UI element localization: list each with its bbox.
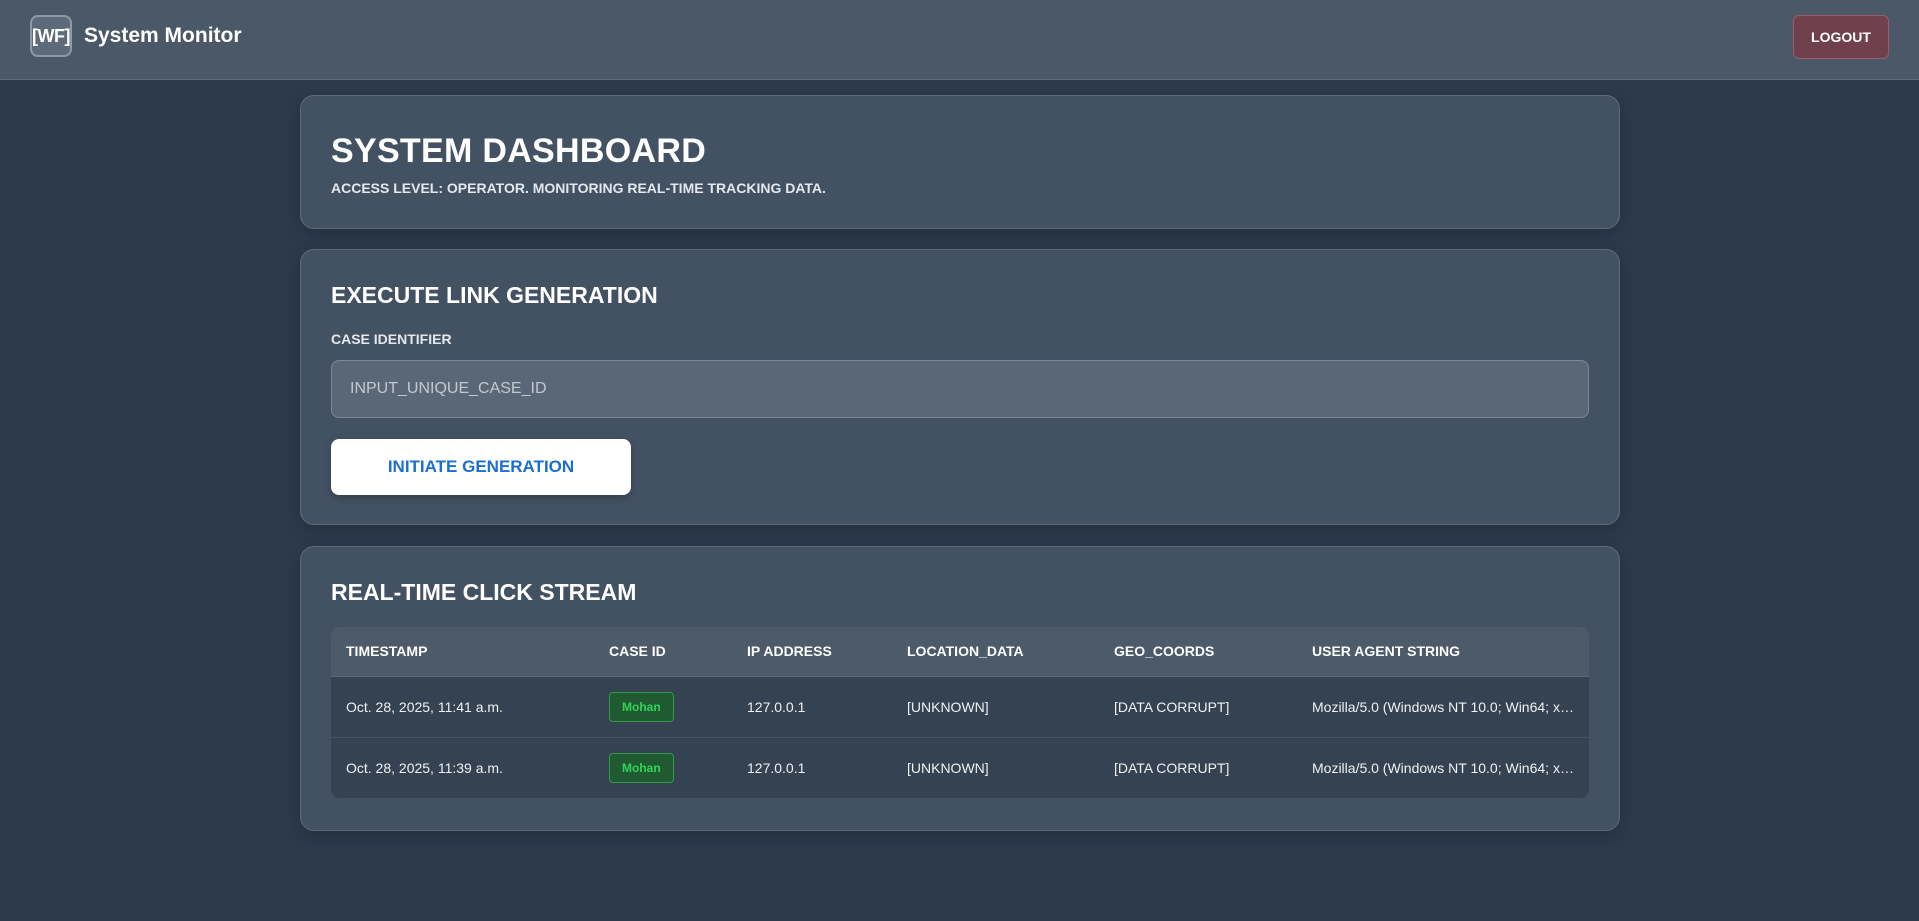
column-header-location-data: LOCATION_DATA <box>892 627 1099 677</box>
cell-user-agent: Mozilla/5.0 (Windows NT 10.0; Win64; x6.… <box>1297 736 1589 798</box>
case-id-badge: Mohan <box>609 752 674 783</box>
cell-case-id: Mohan <box>594 736 732 798</box>
cell-timestamp: Oct. 28, 2025, 11:39 a.m. <box>331 736 594 798</box>
click-stream-title: REAL-TIME CLICK STREAM <box>331 579 637 605</box>
table-row: Oct. 28, 2025, 11:41 a.m. Mohan 127.0.0.… <box>331 676 1589 737</box>
brand-logo: [WF] <box>30 15 72 57</box>
cell-ip-address: 127.0.0.1 <box>732 736 892 798</box>
app-title: System Monitor <box>84 24 242 47</box>
link-generation-card: EXECUTE LINK GENERATION CASE IDENTIFIER … <box>300 249 1620 525</box>
case-id-input[interactable] <box>331 360 1589 418</box>
cell-ip-address: 127.0.0.1 <box>747 698 806 715</box>
column-header-geo-coords: GEO_COORDS <box>1099 627 1297 677</box>
cell-location-data: [UNKNOWN] <box>892 736 1099 798</box>
column-header-user-agent: USER AGENT STRING <box>1297 627 1589 677</box>
cell-case-id: Mohan <box>594 676 732 737</box>
cell-location-data: [UNKNOWN] <box>907 698 989 715</box>
cell-timestamp: Oct. 28, 2025, 11:41 a.m. <box>346 698 503 715</box>
brand[interactable]: [WF] System Monitor <box>30 15 242 57</box>
logout-button[interactable]: LOGOUT <box>1793 15 1889 59</box>
column-header-ip-address: IP ADDRESS <box>732 627 892 677</box>
click-stream-card: REAL-TIME CLICK STREAM TIMESTAMP CASE ID… <box>300 546 1620 831</box>
page-title: SYSTEM DASHBOARD <box>331 132 707 170</box>
top-navbar: [WF] System Monitor LOGOUT <box>0 0 1919 80</box>
cell-geo-coords: [DATA CORRUPT] <box>1099 736 1297 798</box>
column-header-case-id: CASE ID <box>594 627 732 677</box>
table-row: Oct. 28, 2025, 11:39 a.m. Mohan 127.0.0.… <box>331 736 1589 798</box>
initiate-generation-button[interactable]: INITIATE GENERATION <box>331 439 631 495</box>
link-generation-title: EXECUTE LINK GENERATION <box>331 282 658 308</box>
dashboard-card: SYSTEM DASHBOARD ACCESS LEVEL: OPERATOR.… <box>300 95 1620 229</box>
case-identifier-label: CASE IDENTIFIER <box>331 331 452 347</box>
click-stream-table: TIMESTAMP CASE ID IP ADDRESS LOCATION_DA… <box>331 627 1589 798</box>
cell-geo-coords: [DATA CORRUPT] <box>1114 698 1230 715</box>
cell-user-agent: Mozilla/5.0 (Windows NT 10.0; Win64; x6.… <box>1312 698 1580 715</box>
table-header-row: TIMESTAMP CASE ID IP ADDRESS LOCATION_DA… <box>331 627 1589 677</box>
column-header-timestamp: TIMESTAMP <box>331 627 594 677</box>
access-level-text: ACCESS LEVEL: OPERATOR. MONITORING REAL-… <box>331 180 826 196</box>
case-id-badge: Mohan <box>609 691 674 722</box>
